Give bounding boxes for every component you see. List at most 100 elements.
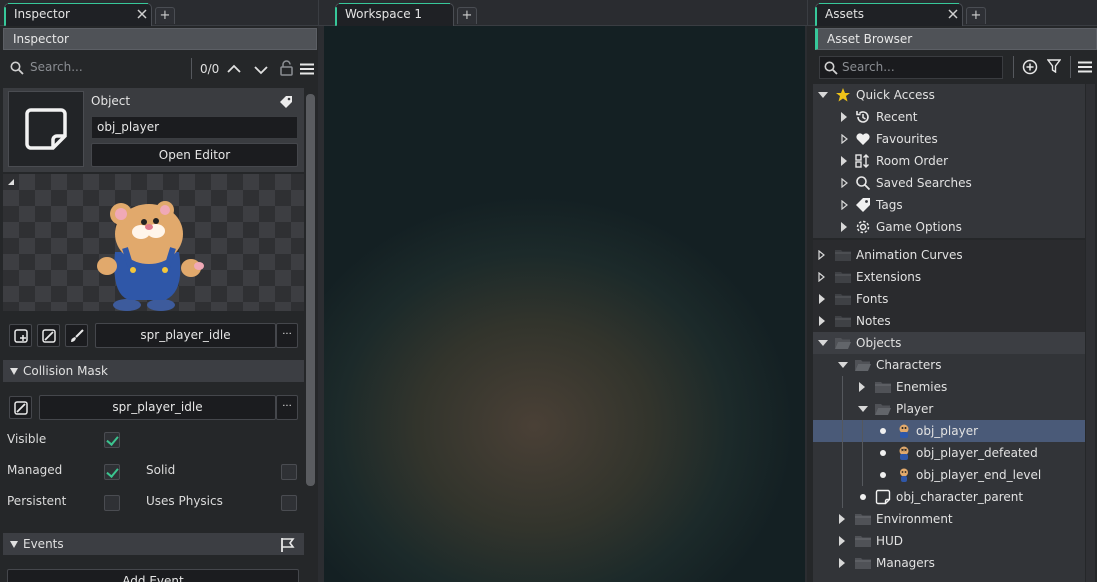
tree-label: Player xyxy=(896,402,934,416)
object-icon-box[interactable] xyxy=(8,91,84,167)
tree-folder-notes[interactable]: Notes xyxy=(813,310,1085,332)
add-circle-icon[interactable] xyxy=(1022,59,1038,75)
menu-icon[interactable] xyxy=(1078,61,1092,73)
chevron-down-icon[interactable] xyxy=(254,65,268,75)
bullet-icon xyxy=(860,494,866,500)
tree-folder-animation-curves[interactable]: Animation Curves xyxy=(813,244,1085,266)
expand-icon xyxy=(818,340,828,346)
quick-access-group[interactable]: Quick Access xyxy=(813,84,1085,106)
tree-folder-enemies[interactable]: Enemies xyxy=(813,376,1085,398)
sprite-select[interactable]: spr_player_idle xyxy=(95,323,276,348)
close-icon[interactable] xyxy=(136,8,148,20)
tab-workspace-1[interactable]: Workspace 1 xyxy=(335,3,454,26)
tree-label: obj_character_parent xyxy=(896,490,1024,504)
tree-folder-player[interactable]: Player xyxy=(813,398,1085,420)
tree-folder-environment[interactable]: Environment xyxy=(813,508,1085,530)
managed-checkbox[interactable] xyxy=(104,464,120,480)
events-section[interactable]: Events xyxy=(3,533,304,555)
expand-icon xyxy=(838,362,848,368)
quick-access-item-saved-searches[interactable]: Saved Searches xyxy=(813,172,1085,194)
player-end-level-sprite-icon xyxy=(900,468,908,482)
tree-folder-extensions[interactable]: Extensions xyxy=(813,266,1085,288)
tree-item-obj-player-defeated[interactable]: obj_player_defeated xyxy=(813,442,1085,464)
folder-icon xyxy=(835,250,851,261)
quick-access-item-room-order[interactable]: Room Order xyxy=(813,150,1085,172)
tree-label: Environment xyxy=(876,512,953,526)
tree-item-obj-player[interactable]: obj_player xyxy=(813,420,1085,442)
solid-checkbox[interactable] xyxy=(281,464,297,480)
collapse-icon xyxy=(841,156,847,166)
player-sprite-icon xyxy=(899,424,909,438)
collision-mask-section[interactable]: Collision Mask xyxy=(3,360,304,382)
toolbar-divider xyxy=(1070,56,1071,78)
flag-icon[interactable] xyxy=(280,537,296,552)
tree-label: obj_player xyxy=(916,424,979,438)
add-tab-button[interactable]: + xyxy=(155,7,175,24)
add-workspace-tab-button[interactable]: + xyxy=(457,7,477,24)
folder-open-icon xyxy=(855,360,871,371)
tag-icon[interactable] xyxy=(279,95,293,109)
folder-icon xyxy=(875,382,891,393)
edit-sprite-button[interactable] xyxy=(37,324,60,347)
tree-label: Managers xyxy=(876,556,935,570)
tree-item-obj-character-parent[interactable]: obj_character_parent xyxy=(813,486,1085,508)
object-name-field[interactable]: obj_player xyxy=(91,116,298,139)
tree-folder-objects[interactable]: Objects xyxy=(813,332,1085,354)
asset-search-input[interactable]: Search... xyxy=(819,56,1003,79)
quick-access-item-favourites[interactable]: Favourites xyxy=(813,128,1085,150)
quick-access-item-game-options[interactable]: Game Options xyxy=(813,216,1085,238)
collapse-icon xyxy=(841,222,847,232)
quick-access-item-recent[interactable]: Recent xyxy=(813,106,1085,128)
workspace-canvas[interactable] xyxy=(318,26,807,582)
tree-label: Animation Curves xyxy=(856,248,963,262)
lock-icon[interactable] xyxy=(280,60,293,76)
sprite-more-button[interactable]: ··· xyxy=(276,323,298,348)
history-icon xyxy=(856,111,869,123)
asset-scrollbar[interactable] xyxy=(1086,84,1095,582)
mask-sprite-select[interactable]: spr_player_idle xyxy=(39,395,276,420)
bullet-icon xyxy=(880,428,886,434)
chevron-up-icon[interactable] xyxy=(227,64,241,74)
visible-checkbox[interactable] xyxy=(104,432,120,448)
menu-icon[interactable] xyxy=(300,63,314,75)
search-input[interactable]: Search... xyxy=(30,60,190,74)
solid-label: Solid xyxy=(146,463,176,477)
new-sprite-button[interactable] xyxy=(9,324,32,347)
quick-access-item-tags[interactable]: Tags xyxy=(813,194,1085,216)
tree-folder-managers[interactable]: Managers xyxy=(813,552,1085,574)
open-editor-button[interactable]: Open Editor xyxy=(91,143,298,167)
toolbar-divider xyxy=(1013,56,1014,78)
asset-browser-header: Asset Browser xyxy=(815,28,1097,50)
collapse-outline-icon xyxy=(818,272,825,282)
uses-physics-label: Uses Physics xyxy=(146,494,223,508)
brush-button[interactable] xyxy=(65,324,88,347)
uses-physics-checkbox[interactable] xyxy=(281,495,297,511)
close-icon[interactable] xyxy=(947,8,959,20)
inspector-header: Inspector xyxy=(3,28,317,50)
tree-folder-hud[interactable]: HUD xyxy=(813,530,1085,552)
tab-inspector[interactable]: Inspector xyxy=(4,3,152,26)
filter-icon[interactable] xyxy=(1047,59,1061,73)
mask-edit-button[interactable] xyxy=(9,396,32,419)
tree-label: HUD xyxy=(876,534,904,548)
tab-assets[interactable]: Assets xyxy=(815,3,963,26)
add-event-button[interactable]: Add Event xyxy=(7,569,299,582)
tree-folder-characters[interactable]: Characters xyxy=(813,354,1085,376)
new-sprite-icon xyxy=(14,329,28,343)
tree-label: Characters xyxy=(876,358,942,372)
tree-guide-line xyxy=(842,376,843,508)
mask-more-button[interactable]: ··· xyxy=(276,395,298,420)
inspector-scrollbar[interactable] xyxy=(306,94,315,486)
persistent-checkbox[interactable] xyxy=(104,495,120,511)
inspector-panel: Inspector Search... 0/0 Object obj_playe… xyxy=(0,26,318,582)
collapse-preview-icon[interactable] xyxy=(8,179,14,185)
collapse-icon xyxy=(819,294,825,304)
folder-open-icon xyxy=(875,404,891,415)
tree-item-obj-player-end-level[interactable]: obj_player_end_level xyxy=(813,464,1085,486)
folder-icon xyxy=(855,536,871,547)
tree-folder-fonts[interactable]: Fonts xyxy=(813,288,1085,310)
quick-access-item-label: Saved Searches xyxy=(876,176,972,190)
quick-access-label: Quick Access xyxy=(856,88,935,102)
quick-access-item-label: Room Order xyxy=(876,154,949,168)
add-assets-tab-button[interactable]: + xyxy=(966,7,986,24)
